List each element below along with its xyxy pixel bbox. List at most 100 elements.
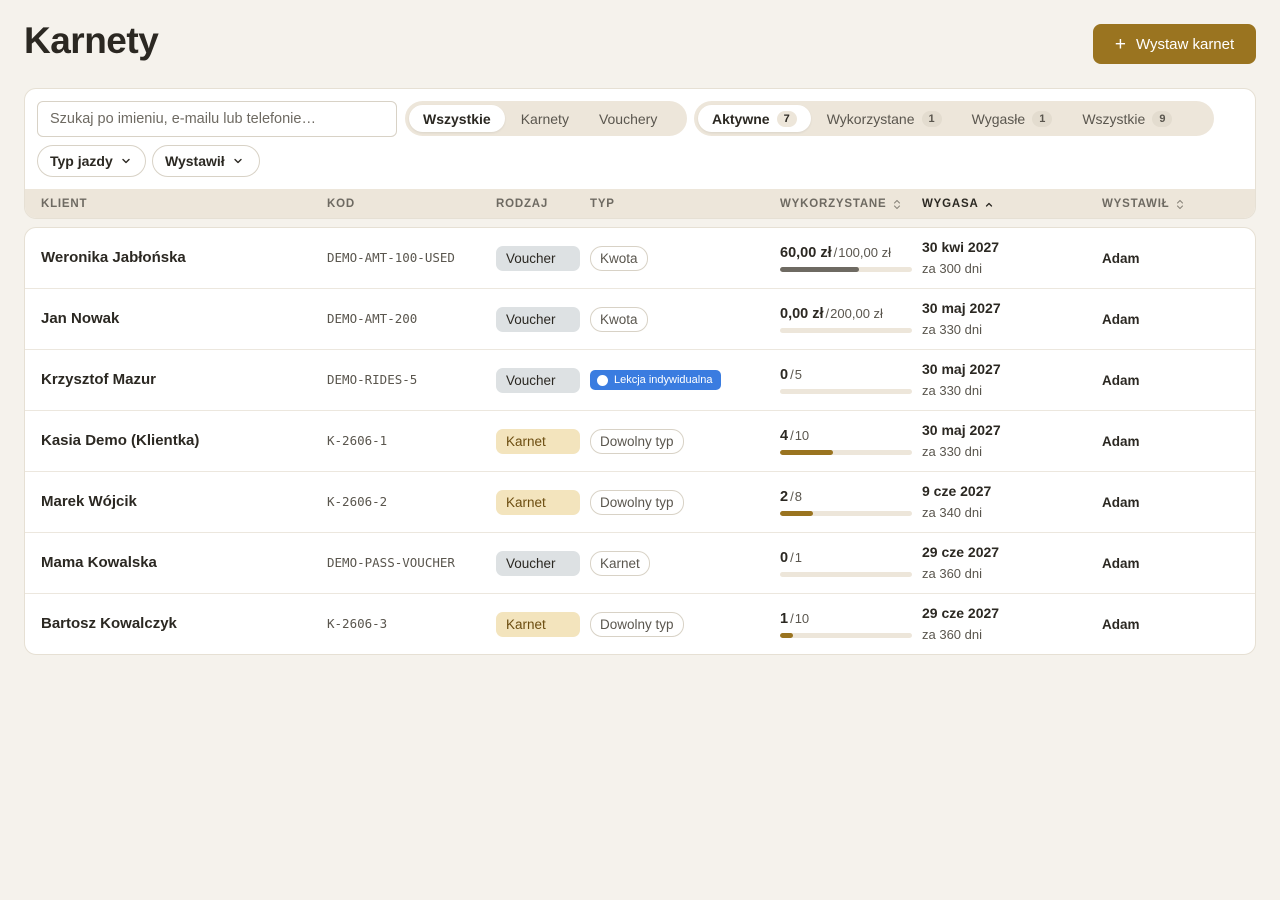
usage-used: 0: [780, 550, 789, 566]
usage-text: 4/10: [780, 428, 912, 445]
type-badge: Dowolny typ: [590, 429, 684, 454]
column-header-issuer[interactable]: WYSTAWIŁ: [1102, 198, 1184, 210]
usage-total: 10: [794, 428, 810, 443]
pass-code: K-2606-2: [327, 494, 388, 509]
pass-code: DEMO-PASS-VOUCHER: [327, 555, 455, 570]
kind-filter: Wszystkie Karnety Vouchery: [405, 101, 687, 136]
pass-code: DEMO-AMT-100-USED: [327, 250, 455, 265]
kind-badge: Voucher: [496, 307, 580, 332]
status-count-badge: 9: [1152, 110, 1173, 127]
chevron-down-icon: [122, 158, 130, 164]
usage-progress-bar: [780, 267, 912, 272]
table-row[interactable]: Jan Nowak DEMO-AMT-200 Voucher Kwota 0,0…: [25, 289, 1255, 350]
expiry-relative: za 360 dni: [922, 627, 982, 642]
table-row[interactable]: Weronika Jabłońska DEMO-AMT-100-USED Vou…: [25, 228, 1255, 289]
usage-total: 8: [794, 489, 802, 504]
usage-used: 60,00 zł: [780, 245, 832, 261]
status-count-badge: 1: [921, 110, 942, 127]
status-filter-label: Aktywne: [712, 110, 770, 127]
type-badge: Karnet: [590, 551, 650, 576]
column-header-label: WYSTAWIŁ: [1102, 198, 1170, 210]
ride-type-dropdown[interactable]: Typ jazdy: [37, 145, 146, 177]
usage-total: 5: [794, 367, 802, 382]
issuer-name: Adam: [1102, 312, 1140, 327]
type-badge: Kwota: [590, 307, 648, 332]
usage-progress-bar: [780, 572, 912, 577]
column-header-label: KOD: [327, 198, 355, 210]
status-filter-label: Wszystkie: [1082, 110, 1146, 127]
issuer-name: Adam: [1102, 617, 1140, 632]
plus-icon: +: [1114, 33, 1126, 55]
client-name: Kasia Demo (Klientka): [41, 432, 200, 449]
expiry-relative: za 330 dni: [922, 444, 982, 459]
usage-total: 100,00 zł: [838, 245, 891, 260]
status-filter-all[interactable]: Wszystkie 9: [1068, 105, 1186, 132]
usage-progress-fill: [780, 450, 833, 455]
ride-type-dropdown-label: Typ jazdy: [50, 153, 113, 169]
usage-progress-bar: [780, 511, 912, 516]
type-badge: Kwota: [590, 246, 648, 271]
table-row[interactable]: Mama Kowalska DEMO-PASS-VOUCHER Voucher …: [25, 533, 1255, 594]
issuer-name: Adam: [1102, 373, 1140, 388]
client-name: Marek Wójcik: [41, 493, 137, 510]
usage-cell: 2/8: [780, 489, 912, 516]
column-header-used[interactable]: WYKORZYSTANE: [780, 198, 901, 210]
sort-icon: [1176, 199, 1183, 209]
expiry-cell: 29 cze 2027 za 360 dni: [922, 544, 999, 581]
type-badge: Lekcja indywidualna: [590, 370, 722, 390]
expiry-relative: za 330 dni: [922, 322, 982, 337]
table-row[interactable]: Krzysztof Mazur DEMO-RIDES-5 Voucher Lek…: [25, 350, 1255, 411]
usage-cell: 1/10: [780, 611, 912, 638]
usage-separator: /: [790, 489, 794, 504]
usage-cell: 60,00 zł/100,00 zł: [780, 245, 912, 272]
expiry-relative: za 360 dni: [922, 566, 982, 581]
column-header-label: WYGASA: [922, 198, 979, 210]
status-filter-active[interactable]: Aktywne 7: [698, 105, 811, 132]
usage-used: 0,00 zł: [780, 306, 824, 322]
usage-separator: /: [790, 611, 794, 626]
usage-progress-fill: [780, 633, 794, 638]
column-header-kind: RODZAJ: [496, 198, 548, 210]
type-badge-label: Dowolny typ: [600, 434, 674, 449]
usage-progress-bar: [780, 328, 912, 333]
kind-filter-passes[interactable]: Karnety: [507, 105, 583, 132]
usage-text: 2/8: [780, 489, 912, 506]
search-input[interactable]: [37, 101, 397, 137]
client-name: Weronika Jabłońska: [41, 249, 186, 266]
client-name: Bartosz Kowalczyk: [41, 615, 177, 632]
issuer-dropdown[interactable]: Wystawił: [152, 145, 260, 177]
usage-progress-bar: [780, 450, 912, 455]
status-filter-expired[interactable]: Wygasłe 1: [958, 105, 1067, 132]
expiry-date: 29 cze 2027: [922, 605, 1000, 621]
usage-separator: /: [790, 428, 794, 443]
expiry-date: 30 maj 2027: [922, 361, 1001, 377]
issuer-name: Adam: [1102, 434, 1140, 449]
usage-text: 60,00 zł/100,00 zł: [780, 245, 912, 262]
column-header-client: KLIENT: [41, 198, 87, 210]
usage-used: 0: [780, 367, 789, 383]
table-row[interactable]: Marek Wójcik K-2606-2 Karnet Dowolny typ…: [25, 472, 1255, 533]
status-filter-label: Wykorzystane: [826, 110, 915, 127]
expiry-date: 9 cze 2027: [922, 483, 992, 499]
usage-separator: /: [833, 245, 838, 260]
usage-progress-fill: [780, 511, 813, 516]
column-header-expires[interactable]: WYGASA: [922, 198, 993, 210]
filter-bar: Wszystkie Karnety Vouchery Aktywne 7 Wyk…: [24, 88, 1256, 219]
table-row[interactable]: Kasia Demo (Klientka) K-2606-1 Karnet Do…: [25, 411, 1255, 472]
kind-filter-label: Vouchery: [598, 110, 658, 127]
expiry-cell: 29 cze 2027 za 360 dni: [922, 605, 999, 642]
expiry-relative: za 300 dni: [922, 261, 982, 276]
table-row[interactable]: Bartosz Kowalczyk K-2606-3 Karnet Dowoln…: [25, 594, 1255, 654]
status-filter-used[interactable]: Wykorzystane 1: [813, 105, 956, 132]
kind-badge: Voucher: [496, 368, 580, 393]
usage-used: 2: [780, 489, 789, 505]
expiry-date: 30 maj 2027: [922, 422, 1001, 438]
kind-filter-vouchers[interactable]: Vouchery: [585, 105, 671, 132]
usage-total: 200,00 zł: [830, 306, 883, 321]
kind-filter-all[interactable]: Wszystkie: [409, 105, 505, 132]
type-badge: Dowolny typ: [590, 612, 684, 637]
issue-pass-button[interactable]: + Wystaw karnet: [1093, 24, 1256, 64]
pass-code: DEMO-AMT-200: [327, 311, 418, 326]
expiry-cell: 30 maj 2027 za 330 dni: [922, 361, 1001, 398]
sort-asc-icon: [985, 202, 992, 207]
